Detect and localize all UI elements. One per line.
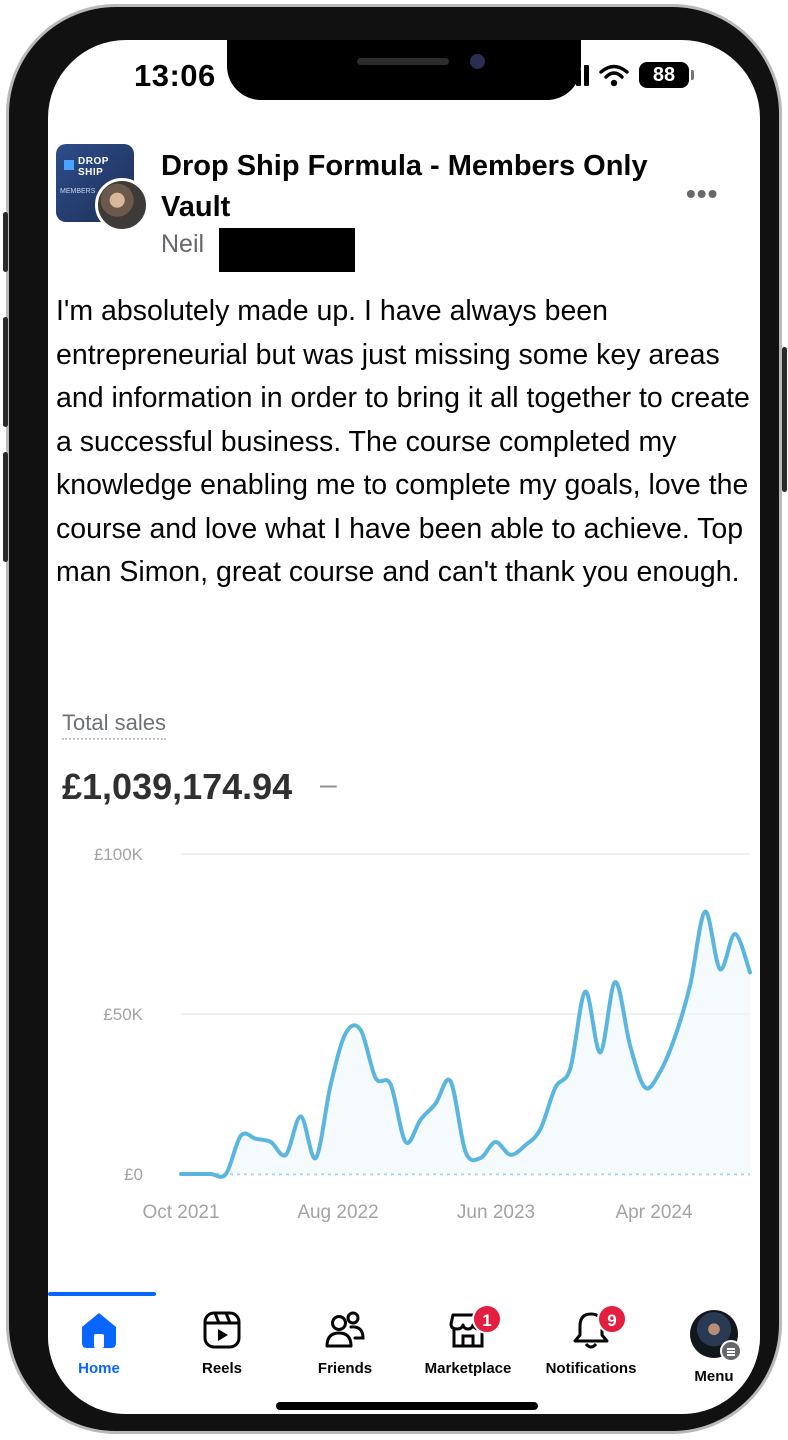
tab-reels-label: Reels xyxy=(201,1360,243,1377)
x-tick-label: Apr 2024 xyxy=(615,1202,693,1223)
phone-frame: 13:06 88 DROP SHIP MEMBERS Drop Ship For… xyxy=(3,4,787,1434)
profile-avatar xyxy=(690,1310,742,1362)
sales-screenshot[interactable]: Total sales £1,039,174.94 – £100K £50K £0 O… xyxy=(56,704,760,1234)
tab-home-label: Home xyxy=(78,1360,120,1377)
post-header: DROP SHIP MEMBERS Drop Ship Formula - Me… xyxy=(56,140,752,272)
reels-icon xyxy=(203,1311,241,1349)
y-tick-label: £0 xyxy=(124,1165,143,1184)
redaction-bar xyxy=(219,228,355,272)
volume-down-button xyxy=(3,452,8,562)
x-tick-label: Oct 2021 xyxy=(142,1202,219,1223)
power-button xyxy=(782,347,787,492)
tab-notifications[interactable]: 9 Notifications xyxy=(531,1304,651,1377)
action-button xyxy=(3,212,8,272)
wifi-icon xyxy=(599,64,629,87)
tab-friends[interactable]: Friends xyxy=(285,1310,405,1377)
tab-friends-label: Friends xyxy=(317,1360,373,1377)
home-indicator xyxy=(276,1402,538,1410)
tab-home[interactable]: Home xyxy=(48,1310,159,1377)
bottom-tab-bar: Home Reels Friends 1 Marketplace 9 Notif… xyxy=(48,1292,760,1414)
more-options-button[interactable]: ••• xyxy=(686,178,718,210)
screen: 13:06 88 DROP SHIP MEMBERS Drop Ship For… xyxy=(48,40,760,1414)
friends-icon xyxy=(325,1311,365,1348)
tab-reels[interactable]: Reels xyxy=(162,1310,282,1377)
tab-notifications-label: Notifications xyxy=(545,1360,637,1377)
x-tick-label: Aug 2022 xyxy=(297,1202,378,1223)
status-icons: 88 xyxy=(560,62,694,88)
active-tab-indicator xyxy=(48,1292,156,1296)
volume-up-button xyxy=(3,317,8,427)
front-camera xyxy=(470,54,485,69)
group-logo-text: DROP SHIP xyxy=(78,156,109,178)
home-icon xyxy=(82,1313,116,1348)
total-sales-label: Total sales xyxy=(62,710,166,740)
cellular-signal-icon xyxy=(560,64,589,86)
y-tick-label: £50K xyxy=(103,1005,143,1024)
sales-change-indicator: – xyxy=(320,768,337,801)
post-body-text: I'm absolutely made up. I have always be… xyxy=(56,295,750,588)
speaker-grille xyxy=(357,58,449,65)
author-name-link[interactable]: Neil xyxy=(161,230,204,259)
author-avatar[interactable] xyxy=(95,178,149,232)
tab-marketplace-label: Marketplace xyxy=(424,1360,512,1377)
tab-menu-label: Menu xyxy=(694,1368,734,1385)
notifications-badge: 9 xyxy=(597,1304,627,1334)
tab-menu[interactable]: Menu xyxy=(654,1310,760,1385)
y-tick-label: £100K xyxy=(94,845,144,864)
battery-icon: 88 xyxy=(639,62,694,88)
total-sales-value: £1,039,174.94 xyxy=(62,766,293,807)
group-logo-mark xyxy=(64,160,74,170)
series-area xyxy=(181,911,750,1177)
marketplace-badge: 1 xyxy=(472,1304,502,1334)
group-name-link[interactable]: Drop Ship Formula - Members Only Vault xyxy=(161,146,661,228)
x-tick-label: Jun 2023 xyxy=(457,1202,535,1223)
tab-marketplace[interactable]: 1 Marketplace xyxy=(408,1304,528,1377)
menu-hamburger-icon xyxy=(720,1340,742,1362)
dynamic-notch xyxy=(227,40,581,100)
group-logo-subtext: MEMBERS xyxy=(60,188,96,195)
sales-line-chart: £100K £50K £0 Oct 2021 Aug 2022 Jun 2023 Apr 2… xyxy=(94,845,752,1223)
status-time: 13:06 xyxy=(134,58,216,93)
